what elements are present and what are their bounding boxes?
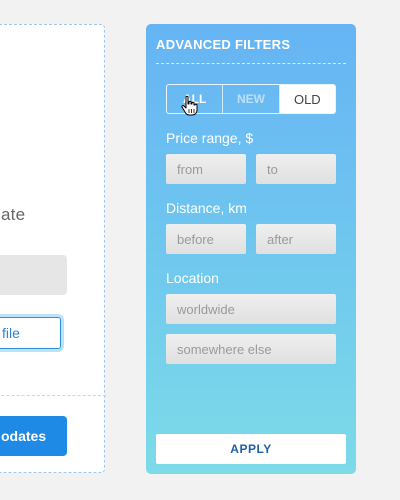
panel-title: ADVANCED FILTERS <box>156 37 291 52</box>
distance-before-input[interactable]: before <box>166 224 246 254</box>
price-to-input[interactable]: to <box>256 154 336 184</box>
advanced-filters-panel: ADVANCED FILTERS ALL NEW OLD Price range… <box>146 24 356 474</box>
price-range-label: Price range, $ <box>166 130 254 146</box>
distance-label: Distance, km <box>166 200 247 216</box>
file-button[interactable]: file <box>0 317 61 349</box>
location-worldwide-input[interactable]: worldwide <box>166 294 336 324</box>
segment-new[interactable]: NEW <box>223 85 280 113</box>
left-card-partial-text: ate <box>1 205 26 224</box>
hand-pointer-icon <box>181 95 198 116</box>
panel-divider <box>156 63 346 64</box>
updates-button[interactable]: odates <box>0 416 67 456</box>
price-from-input[interactable]: from <box>166 154 246 184</box>
location-label: Location <box>166 270 219 286</box>
left-card-grey-field[interactable] <box>0 255 67 295</box>
left-card-divider <box>0 395 106 396</box>
left-card: ate file odates <box>0 24 106 473</box>
distance-after-input[interactable]: after <box>256 224 336 254</box>
segment-old[interactable]: OLD <box>279 85 335 113</box>
location-somewhere-else-input[interactable]: somewhere else <box>166 334 336 364</box>
apply-button[interactable]: APPLY <box>156 434 346 464</box>
